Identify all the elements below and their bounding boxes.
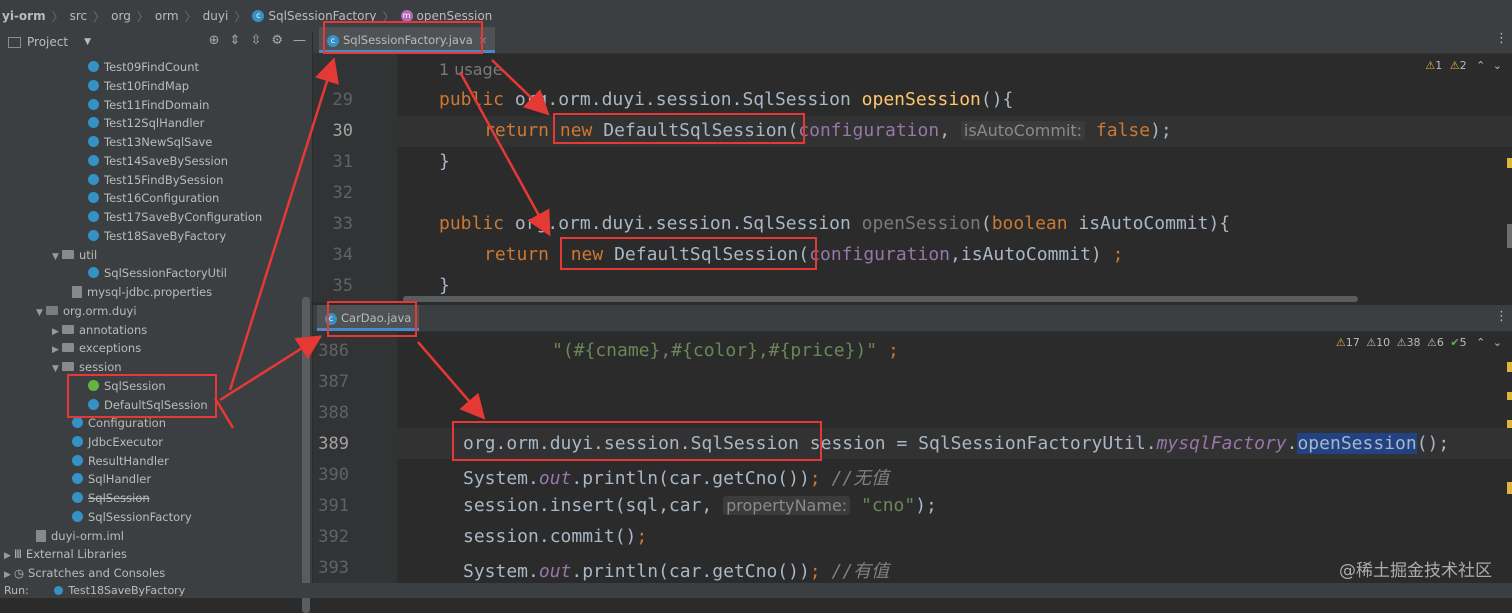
arrow-to-factory-tab	[228, 57, 339, 391]
arrow-to-cardao-tab	[219, 335, 323, 402]
arrow-tail	[213, 397, 235, 429]
annotation-arrows	[213, 57, 551, 429]
arrow-to-sqlsession-type	[417, 341, 486, 420]
arrow-to-new-default-1	[491, 59, 550, 116]
arrow-to-new-default-2	[458, 71, 551, 237]
